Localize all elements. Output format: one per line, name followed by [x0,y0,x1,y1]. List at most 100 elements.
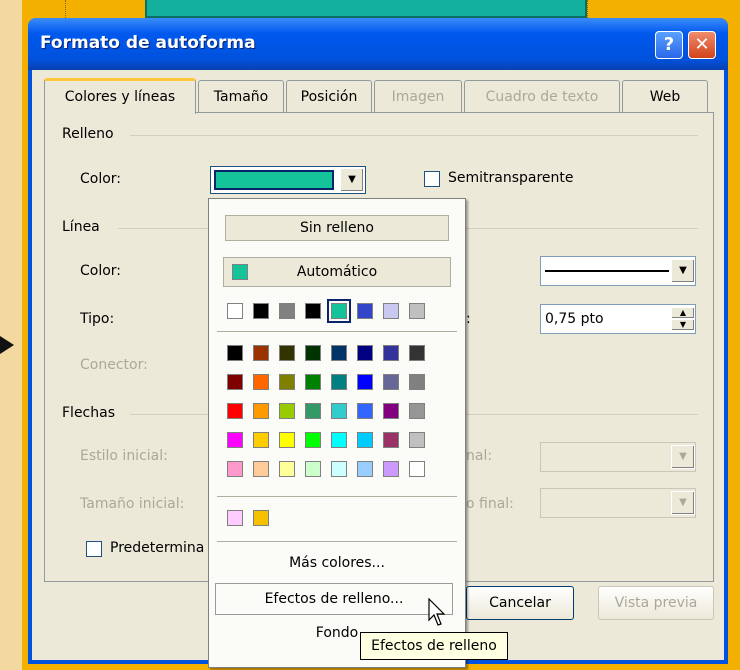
default-checkbox-label: Predetermina [110,540,205,556]
palette-color-swatch[interactable] [409,345,425,361]
chevron-down-icon[interactable]: ▼ [671,491,695,515]
palette-color-swatch[interactable] [253,403,269,419]
palette-color-swatch[interactable] [331,403,347,419]
start-style-label: Estilo inicial: [80,448,168,464]
recent-color-swatch[interactable] [279,303,295,319]
chevron-down-icon[interactable]: ▼ [671,445,695,469]
palette-color-swatch[interactable] [357,432,373,448]
recent-colors-row [209,299,465,323]
line-weight-value: 0,75 pto [545,311,604,327]
recent-color-swatch[interactable] [327,299,351,323]
palette-color-swatch[interactable] [227,403,243,419]
chevron-down-icon[interactable]: ▼ [671,259,695,283]
popup-separator [217,496,457,497]
palette-color-swatch[interactable] [383,345,399,361]
semitransparent-checkbox[interactable] [424,171,440,187]
palette-color-swatch[interactable] [279,374,295,390]
tab-tamano[interactable]: Tamaño [198,80,284,112]
palette-color-swatch[interactable] [227,374,243,390]
palette-color-swatch[interactable] [383,374,399,390]
more-colors-item[interactable]: Más colores... [209,555,465,571]
tab-web[interactable]: Web [622,80,708,112]
fill-effects-item[interactable]: Efectos de relleno... [215,583,453,615]
palette-color-swatch[interactable] [305,345,321,361]
fill-color-swatch [216,172,332,188]
palette-color-swatch[interactable] [357,374,373,390]
recent-color-swatch[interactable] [305,303,321,319]
arrows-group-label: Flechas [62,405,115,421]
palette-color-swatch[interactable] [409,374,425,390]
palette-color-swatch[interactable] [357,461,373,477]
palette-color-swatch[interactable] [331,345,347,361]
custom-color-swatch[interactable] [253,510,269,526]
guide-line [587,0,588,18]
connector-label: Conector: [80,357,148,373]
custom-color-swatch[interactable] [227,510,243,526]
palette-color-swatch[interactable] [383,461,399,477]
palette-color-swatch[interactable] [357,403,373,419]
spin-down-icon[interactable]: ▼ [671,319,695,331]
tab-colores-y-lineas[interactable]: Colores y líneas [44,78,196,114]
line-group-separator [118,228,210,229]
palette-color-swatch[interactable] [227,461,243,477]
close-button[interactable]: ✕ [688,31,716,59]
popup-separator [217,331,457,332]
autoshape[interactable] [145,0,587,18]
palette-color-swatch[interactable] [409,432,425,448]
default-checkbox[interactable] [86,541,102,557]
palette-color-swatch[interactable] [409,403,425,419]
palette-color-swatch[interactable] [253,432,269,448]
no-fill-button[interactable]: Sin relleno [225,215,449,241]
line-group-label: Línea [62,219,100,235]
palette-color-swatch[interactable] [253,345,269,361]
palette-color-swatch[interactable] [357,345,373,361]
start-size-label: Tamaño inicial: [80,496,185,512]
palette-color-swatch[interactable] [305,461,321,477]
palette-color-swatch[interactable] [383,403,399,419]
cancel-button[interactable]: Cancelar [466,586,574,620]
palette-color-swatch[interactable] [279,461,295,477]
palette-color-swatch[interactable] [279,345,295,361]
color-palette [209,345,465,485]
recent-color-swatch[interactable] [383,303,399,319]
guide-line [65,0,66,18]
palette-color-swatch[interactable] [279,432,295,448]
palette-color-swatch[interactable] [227,345,243,361]
recent-color-swatch[interactable] [227,303,243,319]
line-style-preview [545,270,669,272]
palette-color-swatch[interactable] [305,432,321,448]
tab-posicion[interactable]: Posición [286,80,372,112]
palette-color-swatch[interactable] [305,374,321,390]
recent-color-swatch[interactable] [357,303,373,319]
end-style-label: nal: [466,448,493,464]
fill-group-label: Relleno [62,126,114,142]
fill-color-dropdown[interactable]: ▼ [210,166,366,194]
line-color-label: Color: [80,263,122,279]
automatic-button[interactable]: Automático [223,257,451,287]
palette-color-swatch[interactable] [331,461,347,477]
end-size-dropdown[interactable]: ▼ [540,488,696,518]
preview-button[interactable]: Vista previa [598,586,714,620]
spin-up-icon[interactable]: ▲ [671,307,695,319]
recent-color-swatch[interactable] [409,303,425,319]
palette-color-swatch[interactable] [383,432,399,448]
palette-color-swatch[interactable] [331,432,347,448]
dialog-title: Formato de autoforma [40,33,256,53]
palette-color-swatch[interactable] [227,432,243,448]
help-button[interactable]: ? [655,31,683,59]
tab-imagen[interactable]: Imagen [374,80,462,112]
palette-color-swatch[interactable] [409,461,425,477]
tab-cuadro-de-texto[interactable]: Cuadro de texto [464,80,620,112]
custom-colors-row [209,510,465,530]
palette-color-swatch[interactable] [305,403,321,419]
line-weight-spinner[interactable]: 0,75 pto ▲ ▼ [540,304,696,334]
arrow-shape-line [0,344,6,346]
palette-color-swatch[interactable] [253,461,269,477]
chevron-down-icon[interactable]: ▼ [340,168,364,192]
palette-color-swatch[interactable] [331,374,347,390]
palette-color-swatch[interactable] [279,403,295,419]
recent-color-swatch[interactable] [253,303,269,319]
line-style-dropdown[interactable]: ▼ [540,256,696,286]
end-style-dropdown[interactable]: ▼ [540,442,696,472]
palette-color-swatch[interactable] [253,374,269,390]
